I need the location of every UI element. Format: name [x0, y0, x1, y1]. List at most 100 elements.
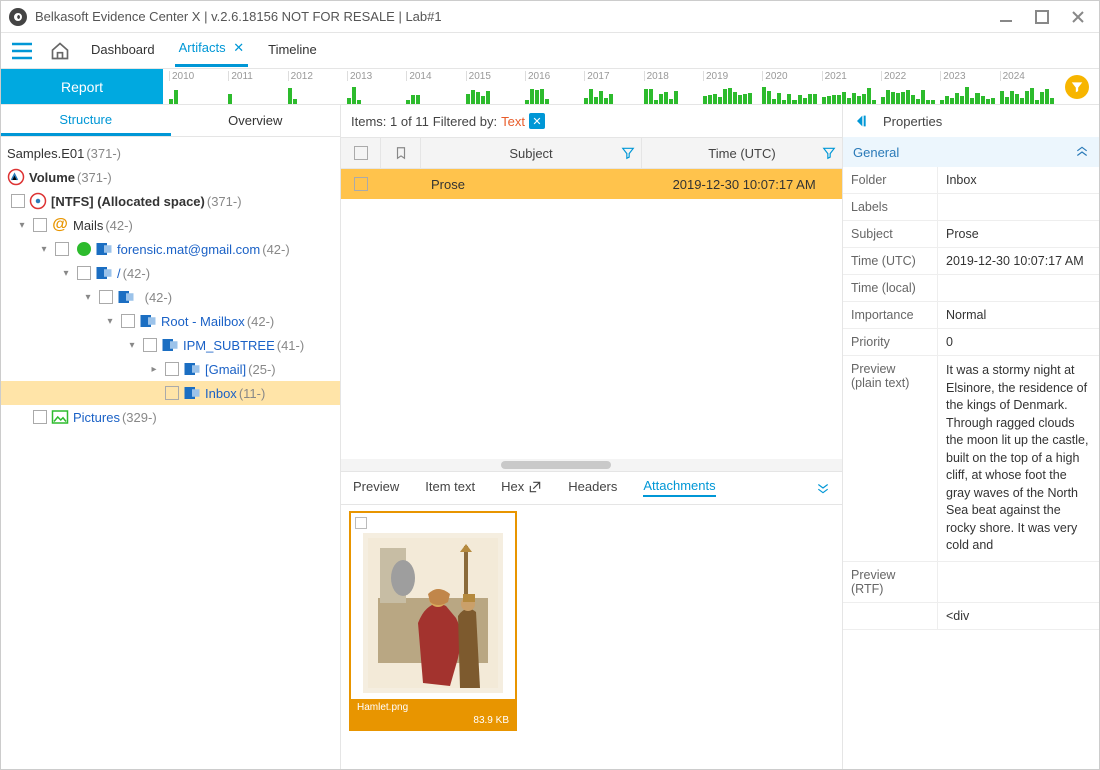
checkbox[interactable] — [165, 386, 179, 400]
title-bar: Belkasoft Evidence Center X | v.2.6.1815… — [1, 1, 1099, 33]
external-link-icon — [528, 480, 542, 494]
horizontal-scrollbar[interactable] — [341, 459, 842, 471]
prop-time-local — [937, 275, 1099, 301]
report-button[interactable]: Report — [1, 69, 163, 104]
filtered-by-label: Filtered by: — [433, 114, 497, 129]
row-subject: Prose — [421, 177, 646, 192]
tree-mails[interactable]: ▾ @ Mails (42-) — [1, 213, 340, 237]
panel-collapse-icon[interactable] — [853, 113, 869, 129]
checkbox[interactable] — [77, 266, 91, 280]
tree-ipm-subtree[interactable]: ▾ IPM_SUBTREE (41-) — [1, 333, 340, 357]
attachment-filename: Hamlet.png — [357, 702, 509, 713]
dtab-headers[interactable]: Headers — [568, 479, 617, 496]
checkbox[interactable] — [33, 410, 47, 424]
select-all-checkbox[interactable] — [354, 146, 368, 160]
status-dot-icon — [77, 242, 91, 256]
window-title: Belkasoft Evidence Center X | v.2.6.1815… — [35, 9, 442, 24]
prop-labels — [937, 194, 1099, 220]
attachment-card[interactable]: Hamlet.png 83.9 KB — [349, 511, 517, 731]
expand-icon[interactable]: ▾ — [59, 268, 73, 279]
sidebar-tab-overview[interactable]: Overview — [171, 107, 341, 134]
properties-panel: Properties General FolderInbox Labels Su… — [843, 105, 1099, 769]
prop-folder: Inbox — [937, 167, 1099, 193]
attachment-checkbox[interactable] — [355, 517, 367, 529]
tab-artifacts[interactable]: Artifacts ✕ — [175, 34, 249, 67]
pictures-icon — [51, 408, 69, 426]
row-time: 2019-12-30 10:07:17 AM — [646, 177, 842, 192]
home-icon[interactable] — [49, 41, 71, 61]
tree-root-mailbox[interactable]: ▾ Root - Mailbox (42-) — [1, 309, 340, 333]
filter-value: Text — [501, 114, 525, 129]
prop-priority: 0 — [937, 329, 1099, 355]
minimize-button[interactable] — [999, 10, 1013, 24]
clear-filter-button[interactable]: ✕ — [529, 113, 545, 129]
checkbox[interactable] — [33, 218, 47, 232]
tree-root[interactable]: Samples.E01 (371-) — [1, 141, 340, 165]
bookmark-column-icon[interactable] — [381, 138, 421, 168]
checkbox[interactable] — [99, 290, 113, 304]
tree-blank[interactable]: ▾ (42-) — [1, 285, 340, 309]
item-table-header: Subject Time (UTC) — [341, 137, 842, 169]
detail-tabs: Preview Item text Hex Headers Attachment… — [341, 471, 842, 505]
checkbox[interactable] — [11, 194, 25, 208]
filter-icon[interactable] — [621, 146, 635, 160]
expand-icon[interactable]: ▾ — [37, 244, 51, 255]
tree-inbox[interactable]: Inbox (11-) — [1, 381, 340, 405]
filter-bar: Items: 1 of 11 Filtered by: Text ✕ — [341, 105, 842, 137]
maximize-button[interactable] — [1035, 10, 1049, 24]
checkbox[interactable] — [121, 314, 135, 328]
prop-subject: Prose — [937, 221, 1099, 247]
tree-account[interactable]: ▾ forensic.mat@gmail.com (42-) — [1, 237, 340, 261]
tree-volume[interactable]: Volume (371-) — [1, 165, 340, 189]
timeline-strip[interactable]: 2010201120122013201420152016201720182019… — [163, 69, 1099, 104]
attachments-panel: Hamlet.png 83.9 KB — [341, 505, 842, 769]
column-time[interactable]: Time (UTC) — [642, 138, 842, 168]
tab-artifacts-close-icon[interactable]: ✕ — [233, 40, 244, 55]
expand-icon[interactable]: ▾ — [125, 340, 139, 351]
column-subject[interactable]: Subject — [421, 138, 642, 168]
expand-icon[interactable]: ▾ — [103, 316, 117, 327]
app-logo-icon — [9, 8, 27, 26]
attachment-size: 83.9 KB — [473, 715, 509, 726]
outlook-icon — [95, 240, 113, 258]
section-general[interactable]: General — [843, 137, 1099, 167]
close-button[interactable] — [1071, 10, 1085, 24]
outlook-icon — [161, 336, 179, 354]
checkbox[interactable] — [143, 338, 157, 352]
tree-ntfs[interactable]: [NTFS] (Allocated space) (371-) — [1, 189, 340, 213]
filter-icon[interactable] — [822, 146, 836, 160]
table-row[interactable]: Prose 2019-12-30 10:07:17 AM — [341, 169, 842, 199]
properties-title: Properties — [883, 114, 942, 129]
dtab-preview[interactable]: Preview — [353, 479, 399, 496]
chevron-down-icon[interactable] — [816, 481, 830, 495]
expand-icon[interactable]: ▾ — [15, 220, 29, 231]
disk-icon — [7, 168, 25, 186]
item-table-body[interactable]: Prose 2019-12-30 10:07:17 AM — [341, 169, 842, 459]
tab-timeline[interactable]: Timeline — [264, 36, 321, 65]
tree-slash[interactable]: ▾ / (42-) — [1, 261, 340, 285]
chevron-up-icon — [1075, 145, 1089, 159]
prop-importance: Normal — [937, 302, 1099, 328]
dtab-hex[interactable]: Hex — [501, 479, 542, 496]
artifact-tree[interactable]: Samples.E01 (371-) Volume (371-) [NTFS] … — [1, 137, 340, 769]
menu-icon[interactable] — [11, 42, 33, 60]
outlook-icon — [183, 384, 201, 402]
tree-pictures[interactable]: Pictures (329-) — [1, 405, 340, 429]
dtab-itemtext[interactable]: Item text — [425, 479, 475, 496]
dtab-attachments[interactable]: Attachments — [643, 478, 715, 497]
checkbox[interactable] — [165, 362, 179, 376]
outlook-icon — [183, 360, 201, 378]
expand-icon[interactable]: ▾ — [81, 292, 95, 303]
collapse-icon[interactable]: ▸ — [147, 364, 161, 375]
outlook-icon — [95, 264, 113, 282]
prop-time-utc: 2019-12-30 10:07:17 AM — [937, 248, 1099, 274]
tab-dashboard[interactable]: Dashboard — [87, 36, 159, 65]
prop-preview-rtf — [937, 562, 1099, 602]
checkbox[interactable] — [55, 242, 69, 256]
timeline-filter-icon[interactable] — [1065, 75, 1089, 99]
sidebar-tab-structure[interactable]: Structure — [1, 106, 171, 136]
properties-table[interactable]: FolderInbox Labels SubjectProse Time (UT… — [843, 167, 1099, 769]
row-checkbox[interactable] — [354, 177, 368, 191]
tree-gmail[interactable]: ▸ [Gmail] (25-) — [1, 357, 340, 381]
prop-preview-html: <div — [937, 603, 1099, 629]
